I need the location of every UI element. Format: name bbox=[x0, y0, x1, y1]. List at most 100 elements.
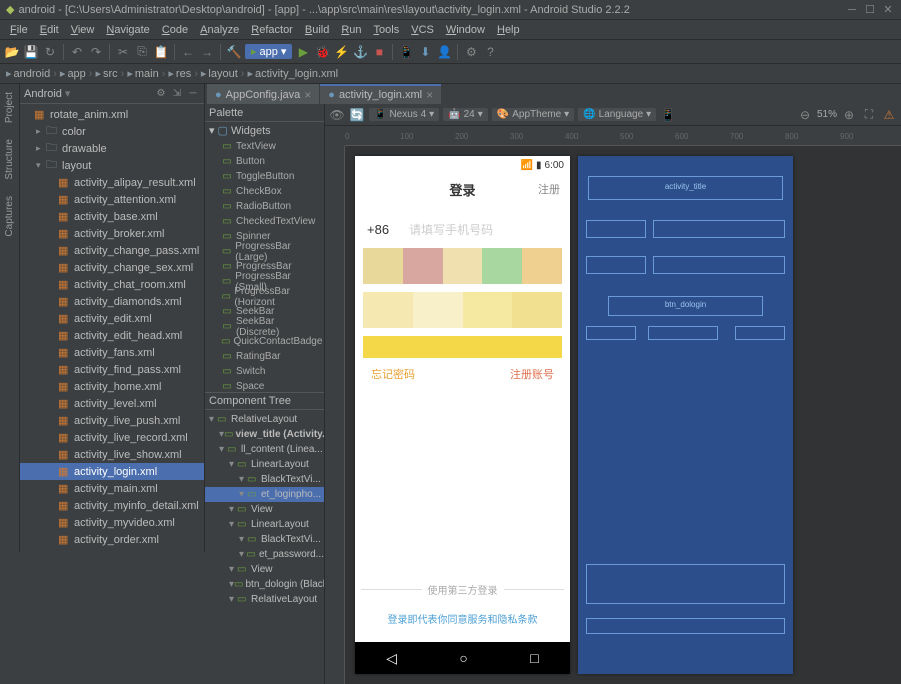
menu-run[interactable]: Run bbox=[335, 22, 367, 38]
fit-icon[interactable]: ⛶ bbox=[861, 107, 877, 123]
tree-item[interactable]: ▦activity_edit_head.xml bbox=[20, 327, 204, 344]
run-icon[interactable]: ▶ bbox=[295, 44, 311, 60]
zoom-out-icon[interactable]: ⊖ bbox=[797, 107, 813, 123]
avd-icon[interactable]: 📱 bbox=[398, 44, 414, 60]
palette-item[interactable]: ▭SeekBar (Discrete) bbox=[205, 319, 324, 334]
breadcrumb-item[interactable]: ▸ android bbox=[6, 67, 50, 80]
menu-window[interactable]: Window bbox=[440, 22, 491, 38]
sdk-icon[interactable]: ⬇ bbox=[417, 44, 433, 60]
component-tree[interactable]: ▾▭RelativeLayout▾▭view_title (Activity..… bbox=[205, 410, 324, 684]
palette-item[interactable]: ▭RadioButton bbox=[205, 199, 324, 214]
palette-item[interactable]: ▭Button bbox=[205, 154, 324, 169]
redo-icon[interactable]: ↷ bbox=[88, 44, 104, 60]
component-tree-item[interactable]: ▾▭View bbox=[205, 562, 324, 577]
lang-selector[interactable]: 🌐Language ▾ bbox=[578, 108, 656, 121]
monitor-icon[interactable]: 👤 bbox=[436, 44, 452, 60]
component-tree-item[interactable]: ▾▭BlackTextVi... bbox=[205, 532, 324, 547]
tree-item[interactable]: ▦activity_base.xml bbox=[20, 208, 204, 225]
tree-item[interactable]: ▦activity_chat_room.xml bbox=[20, 276, 204, 293]
eye-icon[interactable]: 👁 bbox=[329, 107, 345, 123]
minimize-icon[interactable]: ─ bbox=[845, 3, 859, 17]
component-tree-item[interactable]: ▾▭btn_dologin (Black... bbox=[205, 577, 324, 592]
api-selector[interactable]: 🤖24 ▾ bbox=[443, 108, 488, 121]
hide-icon[interactable]: ─ bbox=[186, 87, 200, 101]
help-icon[interactable]: ? bbox=[482, 44, 498, 60]
tree-item[interactable]: ▦activity_find_pass.xml bbox=[20, 361, 204, 378]
tree-item[interactable]: ▦activity_home.xml bbox=[20, 378, 204, 395]
device-selector[interactable]: 📱 Nexus 4 ▾ bbox=[369, 108, 439, 121]
tree-item[interactable]: ▦activity_order_web_view.xml bbox=[20, 548, 204, 552]
tree-item[interactable]: ▸🗀drawable bbox=[20, 140, 204, 157]
palette-item[interactable]: ▭QuickContactBadge bbox=[205, 334, 324, 349]
component-tree-item[interactable]: ▾▭LinearLayout bbox=[205, 457, 324, 472]
palette-item[interactable]: ▭TextView bbox=[205, 139, 324, 154]
tree-item[interactable]: ▦activity_myvideo.xml bbox=[20, 514, 204, 531]
stop-icon[interactable]: ■ bbox=[371, 44, 387, 60]
tree-item[interactable]: ▦activity_live_record.xml bbox=[20, 429, 204, 446]
settings-icon[interactable]: ⚙ bbox=[463, 44, 479, 60]
close-icon[interactable]: × bbox=[304, 88, 311, 102]
tree-item[interactable]: ▦activity_live_show.xml bbox=[20, 446, 204, 463]
refresh-icon[interactable]: ↻ bbox=[42, 44, 58, 60]
tab-structure[interactable]: Structure bbox=[2, 131, 17, 188]
menu-view[interactable]: View bbox=[65, 22, 101, 38]
tree-item[interactable]: ▾🗀layout bbox=[20, 157, 204, 174]
paste-icon[interactable]: 📋 bbox=[153, 44, 169, 60]
tree-item[interactable]: ▦activity_change_pass.xml bbox=[20, 242, 204, 259]
attach-icon[interactable]: ⚓ bbox=[352, 44, 368, 60]
apply-changes-icon[interactable]: ⚡ bbox=[333, 44, 349, 60]
menu-refactor[interactable]: Refactor bbox=[245, 22, 299, 38]
breadcrumb-item[interactable]: ▸ src bbox=[95, 67, 117, 80]
menu-build[interactable]: Build bbox=[299, 22, 335, 38]
close-icon[interactable]: × bbox=[426, 88, 433, 102]
menu-tools[interactable]: Tools bbox=[368, 22, 406, 38]
component-tree-item[interactable]: ▾▭et_loginpho... bbox=[205, 487, 324, 502]
tree-item[interactable]: ▦activity_change_sex.xml bbox=[20, 259, 204, 276]
menu-edit[interactable]: Edit bbox=[34, 22, 65, 38]
tree-item[interactable]: ▦activity_login.xml bbox=[20, 463, 204, 480]
tree-item[interactable]: ▦rotate_anim.xml bbox=[20, 106, 204, 123]
cut-icon[interactable]: ✂ bbox=[115, 44, 131, 60]
breadcrumb-item[interactable]: ▸ res bbox=[168, 67, 191, 80]
component-tree-item[interactable]: ▾▭ll_content (Linea... bbox=[205, 442, 324, 457]
project-tree[interactable]: ▦rotate_anim.xml▸🗀color▸🗀drawable▾🗀layou… bbox=[20, 104, 204, 552]
device-icon[interactable]: 📱 bbox=[660, 107, 676, 123]
menu-analyze[interactable]: Analyze bbox=[194, 22, 245, 38]
close-icon[interactable]: ✕ bbox=[881, 3, 895, 17]
breadcrumb-item[interactable]: ▸ activity_login.xml bbox=[247, 67, 338, 80]
menu-navigate[interactable]: Navigate bbox=[100, 22, 155, 38]
tree-item[interactable]: ▦activity_broker.xml bbox=[20, 225, 204, 242]
collapse-icon[interactable]: ⇲ bbox=[170, 87, 184, 101]
palette-category[interactable]: ▾▢ Widgets bbox=[205, 122, 324, 139]
tree-item[interactable]: ▦activity_fans.xml bbox=[20, 344, 204, 361]
copy-icon[interactable]: ⎘ bbox=[134, 44, 150, 60]
save-icon[interactable]: 💾 bbox=[23, 44, 39, 60]
component-tree-item[interactable]: ▾▭RelativeLayout bbox=[205, 412, 324, 427]
orientation-icon[interactable]: 🔄 bbox=[349, 107, 365, 123]
component-tree-item[interactable]: ▾▭BlackTextVi... bbox=[205, 472, 324, 487]
palette-item[interactable]: ▭CheckBox bbox=[205, 184, 324, 199]
tree-item[interactable]: ▦activity_alipay_result.xml bbox=[20, 174, 204, 191]
palette-item[interactable]: ▭ProgressBar (Horizont bbox=[205, 289, 324, 304]
component-tree-item[interactable]: ▾▭View bbox=[205, 502, 324, 517]
palette-item[interactable]: ▭Switch bbox=[205, 364, 324, 379]
tree-item[interactable]: ▦activity_myinfo_detail.xml bbox=[20, 497, 204, 514]
blueprint-preview[interactable]: activity_title btn_dologin bbox=[578, 156, 793, 674]
tree-item[interactable]: ▦activity_diamonds.xml bbox=[20, 293, 204, 310]
gear-icon[interactable]: ⚙ bbox=[154, 87, 168, 101]
component-tree-item[interactable]: ▾▭et_password... bbox=[205, 547, 324, 562]
debug-icon[interactable]: 🐞 bbox=[314, 44, 330, 60]
design-preview[interactable]: 📶 ▮ 6:00 登录 注册 +86 请填写 bbox=[355, 156, 570, 674]
tab-captures[interactable]: Captures bbox=[2, 188, 17, 245]
editor-tab[interactable]: ●activity_login.xml× bbox=[320, 84, 441, 104]
menu-help[interactable]: Help bbox=[491, 22, 526, 38]
menu-vcs[interactable]: VCS bbox=[405, 22, 440, 38]
open-icon[interactable]: 📂 bbox=[4, 44, 20, 60]
component-tree-item[interactable]: ▾▭view_title (Activity... bbox=[205, 427, 324, 442]
tree-item[interactable]: ▦activity_order.xml bbox=[20, 531, 204, 548]
breadcrumb-item[interactable]: ▸ app bbox=[60, 67, 86, 80]
tree-item[interactable]: ▦activity_live_push.xml bbox=[20, 412, 204, 429]
build-icon[interactable]: 🔨 bbox=[226, 44, 242, 60]
zoom-in-icon[interactable]: ⊕ bbox=[841, 107, 857, 123]
editor-tab[interactable]: ●AppConfig.java× bbox=[207, 84, 319, 104]
